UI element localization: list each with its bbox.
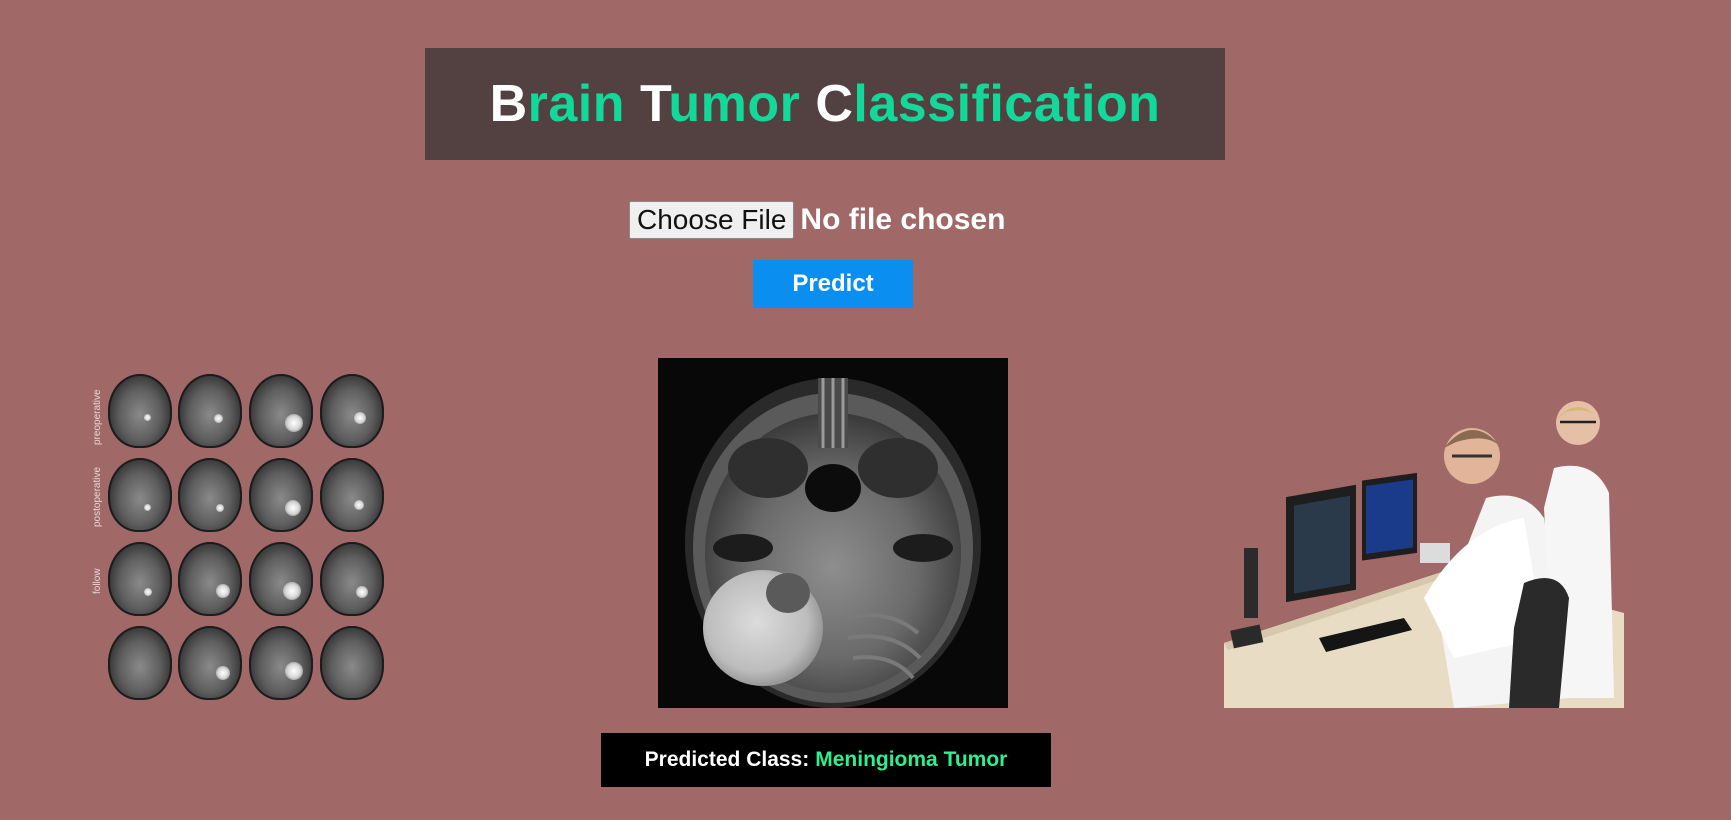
mri-row-label: preoperative <box>92 389 103 445</box>
mri-thumbnail <box>178 374 242 448</box>
file-status-text: No file chosen <box>800 203 1006 236</box>
title-word-rest: umor <box>668 75 801 133</box>
title-banner: Brain Tumor Classification <box>425 48 1225 160</box>
mri-thumbnail <box>249 374 313 448</box>
brain-mri-grid-image: preoperative postoperative follow <box>92 370 387 710</box>
mri-thumbnail <box>320 374 384 448</box>
title-word-rest: rain <box>527 75 625 133</box>
title-word-rest: lassification <box>853 75 1161 133</box>
mri-thumbnail <box>178 542 242 616</box>
mri-thumbnail <box>320 458 384 532</box>
mri-thumbnail <box>320 542 384 616</box>
mri-row-label: postoperative <box>92 466 103 528</box>
uploaded-mri-scan-image <box>658 358 1008 708</box>
radiologists-at-workstation-image <box>1224 398 1624 708</box>
title-initial: B <box>489 75 528 133</box>
title-initial: T <box>639 75 669 133</box>
mri-thumbnail <box>108 458 172 532</box>
mri-thumbnail <box>320 626 384 700</box>
prediction-result: Predicted Class: Meningioma Tumor <box>601 733 1051 787</box>
mri-thumbnail <box>178 626 242 700</box>
mri-scan-graphic <box>685 378 981 708</box>
result-label: Predicted Class: <box>644 748 810 771</box>
mri-row-label: follow <box>92 568 103 594</box>
mri-thumbnail <box>249 542 313 616</box>
predict-button[interactable]: Predict <box>753 260 913 308</box>
radiologists-photo-graphic <box>1224 401 1624 708</box>
title-initial: C <box>815 75 854 133</box>
page: Brain Tumor Classification Choose File N… <box>0 0 1731 820</box>
page-title: Brain Tumor Classification <box>490 74 1161 134</box>
mri-thumbnail <box>108 542 172 616</box>
result-value: Meningioma Tumor <box>815 748 1008 771</box>
mri-thumbnail <box>108 626 172 700</box>
choose-file-button[interactable]: Choose File <box>629 201 795 239</box>
mri-thumbnail <box>108 374 172 448</box>
mri-thumbnail <box>249 626 313 700</box>
file-upload-field[interactable]: Choose File No file chosen <box>629 201 1005 239</box>
mri-thumbnail <box>249 458 313 532</box>
mri-thumbnail <box>178 458 242 532</box>
